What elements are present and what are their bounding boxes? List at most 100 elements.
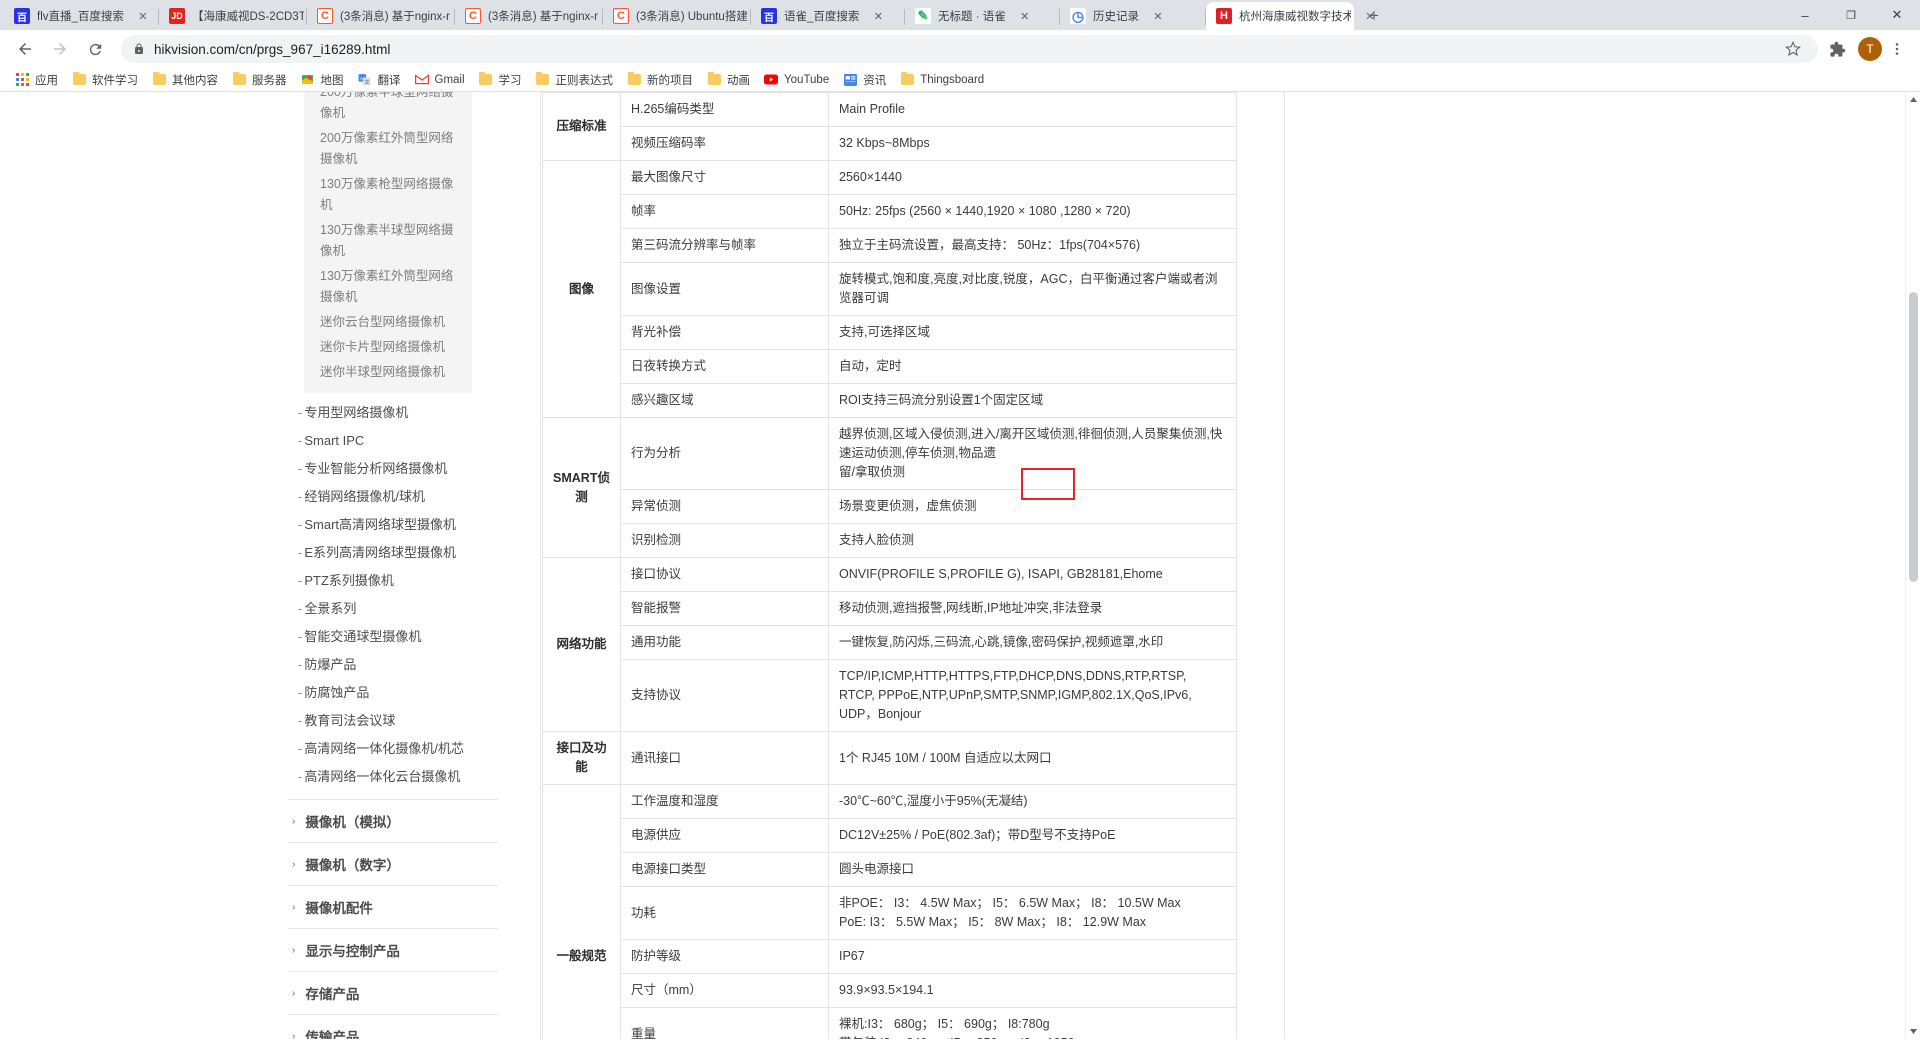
scroll-down-arrow-icon[interactable] [1906, 1024, 1920, 1039]
sidebar-item[interactable]: -智能交通球型摄像机 [288, 623, 473, 651]
bookmark-folder[interactable]: 新的项目 [620, 70, 700, 90]
bookmark-folder[interactable]: 正则表达式 [529, 70, 621, 90]
close-icon[interactable]: ✕ [1016, 7, 1034, 25]
table-row: 重量 裸机:I3： 680g； I5： 690g； I8:780g 带包装:I3… [543, 1008, 1237, 1040]
reload-icon[interactable] [80, 34, 110, 64]
sidebar-item[interactable]: -经销网络摄像机/球机 [288, 483, 473, 511]
browser-tab-active[interactable]: H 杭州海康威视数字技术 ✕ [1206, 2, 1354, 30]
bookmark-maps[interactable]: 地图 [294, 70, 351, 90]
bookmark-translate[interactable]: A文 翻译 [351, 70, 408, 90]
page-scrollbar[interactable] [1905, 92, 1920, 1039]
avatar[interactable]: T [1858, 37, 1882, 61]
table-row: 图像 最大图像尺寸 2560×1440 [543, 161, 1237, 195]
bookmark-label: 翻译 [378, 72, 401, 88]
sidebar-item[interactable]: -全景系列 [288, 595, 473, 623]
browser-tab[interactable]: 百 flv直播_百度搜索 ✕ [4, 2, 159, 30]
spec-value: 独立于主码流设置，最高支持： 50Hz：1fps(704×576) [829, 229, 1237, 263]
bookmark-folder[interactable]: 动画 [700, 70, 757, 90]
bookmark-folder[interactable]: Thingsboard [893, 71, 991, 89]
tab-title: 【海康威视DS-2CD3T [192, 8, 304, 24]
browser-tab[interactable]: C (3条消息) 基于nginx-r ✕ [307, 2, 455, 30]
close-icon[interactable]: ✕ [1149, 7, 1167, 25]
window-close-button[interactable]: ✕ [1874, 0, 1920, 30]
spec-key: 重量 [621, 1008, 829, 1040]
spec-value: 越界侦测,区域入侵侦测,进入/离开区域侦测,徘徊侦测,人员聚集侦测,快速运动侦测… [829, 418, 1237, 490]
browser-tab[interactable]: 百 语雀_百度搜索 ✕ [751, 2, 905, 30]
sidebar-category[interactable]: ›摄像机（模拟） [288, 799, 498, 842]
browser-window: 百 flv直播_百度搜索 ✕ JD 【海康威视DS-2CD3T ✕ C (3条消… [0, 0, 1920, 1040]
list-item[interactable]: 迷你云台型网络摄像机 [304, 310, 472, 335]
address-bar[interactable]: hikvision.com/cn/prgs_967_i16289.html [121, 35, 1818, 63]
folder-icon [72, 73, 86, 87]
bookmark-folder[interactable]: 软件学习 [65, 70, 145, 90]
table-row: 图像设置 旋转模式,饱和度,亮度,对比度,锐度，AGC，白平衡通过客户端或者浏览… [543, 263, 1237, 316]
bookmark-folder[interactable]: 服务器 [225, 70, 294, 90]
minimize-button[interactable]: – [1782, 0, 1828, 30]
value-line: PoE: I3： 5.5W Max； I5： 8W Max； I8： 12.9W… [839, 913, 1226, 932]
close-icon[interactable]: ✕ [1361, 7, 1379, 25]
scrollbar-thumb[interactable] [1909, 292, 1918, 582]
bookmark-gmail[interactable]: Gmail [408, 71, 472, 89]
browser-tab[interactable]: C (3条消息) Ubuntu搭建 ✕ [603, 2, 751, 30]
sidebar-item[interactable]: -防腐蚀产品 [288, 679, 473, 707]
close-icon[interactable]: ✕ [869, 7, 887, 25]
bookmark-apps[interactable]: 应用 [8, 70, 65, 90]
sidebar-category[interactable]: ›摄像机配件 [288, 885, 498, 928]
sidebar-item[interactable]: -专用型网络摄像机 [288, 399, 473, 427]
bookmarks-bar: 应用 软件学习 其他内容 服务器 地图 A文 翻译 [0, 68, 1920, 92]
spec-value: 93.9×93.5×194.1 [829, 974, 1237, 1008]
bookmark-folder[interactable]: 其他内容 [145, 70, 225, 90]
list-item[interactable]: 130万像素半球型网络摄像机 [304, 218, 472, 264]
dash-icon: - [298, 489, 302, 504]
table-row: 电源接口类型 圆头电源接口 [543, 853, 1237, 887]
list-item[interactable]: 迷你卡片型网络摄像机 [304, 335, 472, 360]
sidebar-item[interactable]: -专业智能分析网络摄像机 [288, 455, 473, 483]
list-item[interactable]: 130万像素枪型网络摄像机 [304, 172, 472, 218]
sidebar-category[interactable]: ›传输产品 [288, 1014, 498, 1039]
sidebar-item[interactable]: -Smart高清网络球型摄像机 [288, 511, 473, 539]
sidebar-item-label: PTZ系列摄像机 [304, 573, 394, 588]
close-icon[interactable]: ✕ [134, 7, 152, 25]
bookmark-news[interactable]: 资讯 [836, 70, 893, 90]
sidebar-category[interactable]: ›显示与控制产品 [288, 928, 498, 971]
bookmark-star-icon[interactable] [1780, 36, 1806, 62]
table-row: 接口及功能 通讯接口 1个 RJ45 10M / 100M 自适应以太网口 [543, 732, 1237, 785]
sidebar-item[interactable]: -高清网络一体化摄像机/机芯 [288, 735, 473, 763]
bookmark-folder[interactable]: 学习 [472, 70, 529, 90]
browser-tab[interactable]: JD 【海康威视DS-2CD3T ✕ [159, 2, 307, 30]
spec-key: 图像设置 [621, 263, 829, 316]
list-item[interactable]: 200万像素半球型网络摄像机 [304, 92, 472, 126]
spec-key: 工作温度和湿度 [621, 785, 829, 819]
spec-key: 行为分析 [621, 418, 829, 490]
sidebar-item[interactable]: -Smart IPC [288, 427, 473, 455]
browser-tab[interactable]: C (3条消息) 基于nginx-r ✕ [455, 2, 603, 30]
dash-icon: - [298, 517, 302, 532]
extensions-icon[interactable] [1824, 36, 1850, 62]
sidebar-category[interactable]: ›摄像机（数字） [288, 842, 498, 885]
spec-value-protocols: TCP/IP,ICMP,HTTP,HTTPS,FTP,DHCP,DNS,DDNS… [829, 660, 1237, 732]
browser-tab[interactable]: ◷ 历史记录 ✕ [1060, 2, 1206, 30]
list-item[interactable]: 200万像素红外筒型网络摄像机 [304, 126, 472, 172]
sidebar-category[interactable]: ›存储产品 [288, 971, 498, 1014]
scroll-up-arrow-icon[interactable] [1906, 92, 1920, 107]
spec-value: 一键恢复,防闪烁,三码流,心跳,镜像,密码保护,视频遮罩,水印 [829, 626, 1237, 660]
sidebar-item[interactable]: -E系列高清网络球型摄像机 [288, 539, 473, 567]
bookmark-youtube[interactable]: YouTube [757, 71, 836, 89]
sidebar-item[interactable]: -防爆产品 [288, 651, 473, 679]
value-line: RTCP, PPPoE,NTP,UPnP,SMTP,SNMP,IGMP,802.… [839, 686, 1226, 705]
chrome-menu-icon[interactable] [1884, 36, 1910, 62]
sidebar-item[interactable]: -高清网络一体化云台摄像机 [288, 763, 473, 791]
maximize-button[interactable]: ❐ [1828, 0, 1874, 30]
folder-icon [232, 73, 246, 87]
sidebar-item[interactable]: -教育司法会议球 [288, 707, 473, 735]
spec-key: 通讯接口 [621, 732, 829, 785]
list-item[interactable]: 130万像素红外筒型网络摄像机 [304, 264, 472, 310]
spec-key: 识别检测 [621, 524, 829, 558]
back-icon[interactable] [10, 34, 40, 64]
spec-value: 50Hz: 25fps (2560 × 1440,1920 × 1080 ,12… [829, 195, 1237, 229]
sidebar-item[interactable]: -PTZ系列摄像机 [288, 567, 473, 595]
browser-tab[interactable]: ✎ 无标题 · 语雀 ✕ [905, 2, 1060, 30]
dash-icon: - [298, 545, 302, 560]
sidebar-item-label: 专业智能分析网络摄像机 [304, 461, 447, 476]
list-item[interactable]: 迷你半球型网络摄像机 [304, 360, 472, 385]
